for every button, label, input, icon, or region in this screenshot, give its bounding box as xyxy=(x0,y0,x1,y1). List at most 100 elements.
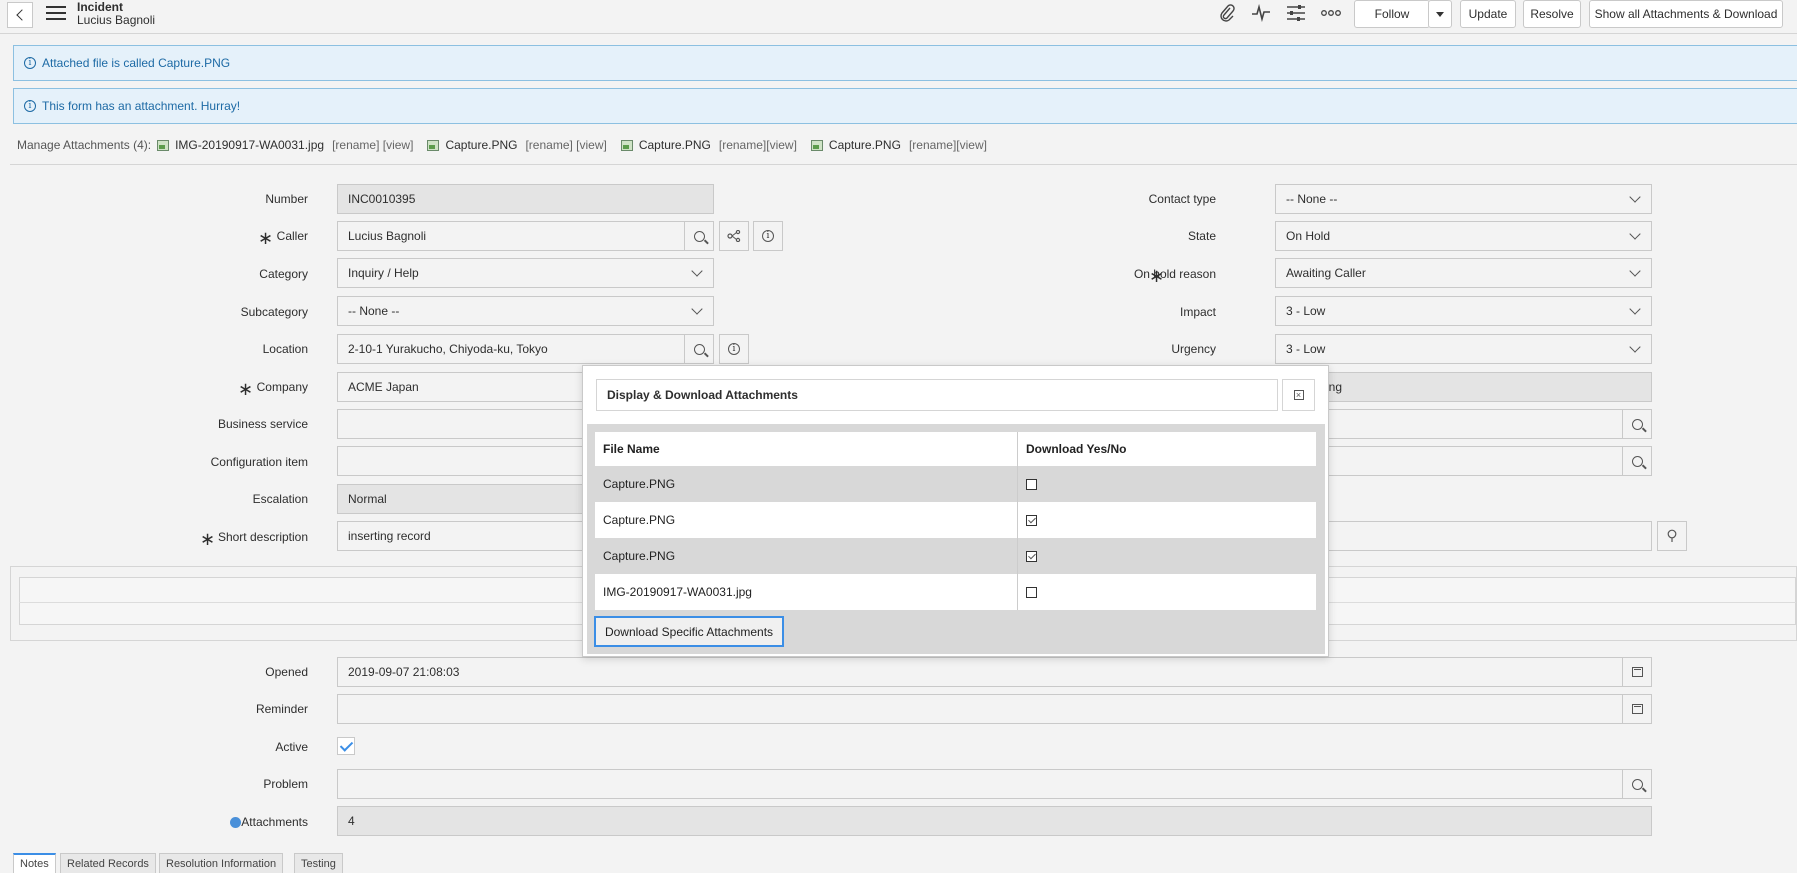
urgency-value: 3 - Low xyxy=(1286,342,1326,356)
reminder-label: Reminder xyxy=(255,702,308,716)
follow-dropdown-button[interactable] xyxy=(1428,0,1452,28)
attachment-name[interactable]: Capture.PNG xyxy=(829,138,901,152)
download-checkbox[interactable] xyxy=(1026,478,1037,490)
chevron-down-icon xyxy=(691,303,703,315)
state-value: On Hold xyxy=(1286,229,1331,243)
tab-related-records[interactable]: Related Records xyxy=(60,853,156,873)
download-specific-attachments-button[interactable]: Download Specific Attachments xyxy=(594,616,784,647)
problem-field[interactable] xyxy=(337,769,1623,799)
location-field[interactable]: 2-10-1 Yurakucho, Chiyoda-ku, Tokyo xyxy=(337,334,685,364)
column-file-name: File Name xyxy=(595,432,1018,466)
caller-lookup-button[interactable] xyxy=(684,221,714,251)
subcategory-label: Subcategory xyxy=(240,305,308,319)
configuration-item-field[interactable] xyxy=(337,446,597,476)
escalation-field[interactable]: Normal xyxy=(337,484,597,514)
chevron-down-icon xyxy=(1629,341,1641,353)
contact-type-select[interactable]: -- None -- xyxy=(1275,184,1652,214)
impact-select[interactable]: 3 - Low xyxy=(1275,296,1652,326)
attachment-name[interactable]: Capture.PNG xyxy=(445,138,517,152)
urgency-select[interactable]: 3 - Low xyxy=(1275,334,1652,364)
resolve-button[interactable]: Resolve xyxy=(1523,0,1581,28)
problem-lookup-button[interactable] xyxy=(1622,769,1652,799)
download-checkbox[interactable] xyxy=(1026,514,1037,526)
attachment-actions[interactable]: [rename][view] xyxy=(719,138,797,152)
attachment-actions[interactable]: [rename] [view] xyxy=(525,138,606,152)
reminder-field[interactable] xyxy=(337,694,1623,724)
paperclip-icon[interactable] xyxy=(1214,0,1240,26)
location-info-button[interactable]: i xyxy=(719,334,749,364)
suggestion-button[interactable] xyxy=(1657,521,1687,551)
tab-resolution-information[interactable]: Resolution Information xyxy=(159,853,284,873)
info-message: i Attached file is called Capture.PNG xyxy=(13,45,1797,81)
attachments-dialog: Display & Download Attachments × File Na… xyxy=(582,365,1329,657)
attachment-actions[interactable]: [rename][view] xyxy=(909,138,987,152)
settings-sliders-icon[interactable] xyxy=(1283,0,1309,26)
file-name: Capture.PNG xyxy=(595,538,1018,574)
activity-icon[interactable] xyxy=(1248,0,1274,26)
info-icon: i xyxy=(24,100,36,112)
more-options-icon[interactable] xyxy=(1318,0,1344,26)
info-message-text: This form has an attachment. Hurray! xyxy=(42,99,241,113)
subcategory-select[interactable]: -- None -- xyxy=(337,296,714,326)
state-select[interactable]: On Hold xyxy=(1275,221,1652,251)
info-icon: i xyxy=(24,57,36,69)
business-service-field[interactable] xyxy=(337,409,597,439)
image-file-icon xyxy=(427,139,440,151)
caret-down-icon xyxy=(1436,11,1444,17)
file-name: Capture.PNG xyxy=(595,502,1018,538)
attachment-item: Capture.PNG [rename][view] xyxy=(620,138,797,152)
caller-field[interactable]: Lucius Bagnoli xyxy=(337,221,685,251)
update-button[interactable]: Update xyxy=(1460,0,1516,28)
info-message: i This form has an attachment. Hurray! xyxy=(13,88,1797,124)
short-description-field[interactable]: inserting record xyxy=(337,521,597,551)
image-file-icon xyxy=(157,139,170,151)
tab-testing[interactable]: Testing xyxy=(294,853,343,873)
hamburger-menu-icon[interactable] xyxy=(46,6,66,22)
attachments-count-field[interactable]: 4 xyxy=(337,806,1652,836)
caller-info-button[interactable]: i xyxy=(753,221,783,251)
assigned-to-lookup-button[interactable] xyxy=(1622,446,1652,476)
chevron-down-icon xyxy=(691,265,703,277)
attachment-actions[interactable]: [rename] [view] xyxy=(332,138,413,152)
category-select[interactable]: Inquiry / Help xyxy=(337,258,714,288)
opened-field[interactable]: 2019-09-07 21:08:03 xyxy=(337,657,1623,687)
manage-attachments-row: Manage Attachments (4): IMG-20190917-WA0… xyxy=(17,137,987,153)
reminder-calendar-button[interactable] xyxy=(1622,694,1652,724)
on-hold-reason-value: Awaiting Caller xyxy=(1286,266,1366,280)
assignment-group-lookup-button[interactable] xyxy=(1622,409,1652,439)
attachment-item: IMG-20190917-WA0031.jpg [rename] [view] xyxy=(157,138,413,152)
follow-button[interactable]: Follow xyxy=(1354,0,1430,28)
attachments-table: File Name Download Yes/No Capture.PNG Ca… xyxy=(587,424,1325,654)
attachment-name[interactable]: IMG-20190917-WA0031.jpg xyxy=(175,138,324,152)
table-row: IMG-20190917-WA0031.jpg xyxy=(595,574,1316,610)
business-service-label: Business service xyxy=(217,417,308,431)
back-button[interactable] xyxy=(7,2,33,28)
download-checkbox[interactable] xyxy=(1026,586,1037,598)
opened-label: Opened xyxy=(265,665,308,679)
download-checkbox[interactable] xyxy=(1026,550,1037,562)
manage-attachments-link[interactable]: Manage Attachments (4): xyxy=(17,138,151,152)
chevron-left-icon xyxy=(15,9,28,21)
table-header: File Name Download Yes/No xyxy=(595,432,1316,466)
on-hold-reason-label: On hold reason xyxy=(1133,267,1216,281)
close-button[interactable]: × xyxy=(1282,379,1315,411)
active-checkbox[interactable] xyxy=(337,737,355,755)
impact-label: Impact xyxy=(1179,305,1216,319)
search-icon xyxy=(693,230,705,242)
location-lookup-button[interactable] xyxy=(684,334,714,364)
tab-notes[interactable]: Notes xyxy=(13,853,56,873)
caller-tree-button[interactable] xyxy=(719,221,749,251)
escalation-label: Escalation xyxy=(252,492,308,506)
opened-calendar-button[interactable] xyxy=(1622,657,1652,687)
attachment-name[interactable]: Capture.PNG xyxy=(639,138,711,152)
checkmark-icon xyxy=(339,738,354,752)
number-field[interactable]: INC0010395 xyxy=(337,184,714,214)
configuration-item-label: Configuration item xyxy=(210,455,308,469)
short-description-field-extension[interactable] xyxy=(1275,521,1652,551)
show-all-attachments-button[interactable]: Show all Attachments & Download xyxy=(1589,0,1783,28)
chevron-down-icon xyxy=(1629,303,1641,315)
company-field[interactable]: ACME Japan xyxy=(337,372,597,402)
table-row: Capture.PNG xyxy=(595,502,1316,538)
priority-field[interactable]: ing xyxy=(1275,372,1652,402)
on-hold-reason-select[interactable]: Awaiting Caller xyxy=(1275,258,1652,288)
